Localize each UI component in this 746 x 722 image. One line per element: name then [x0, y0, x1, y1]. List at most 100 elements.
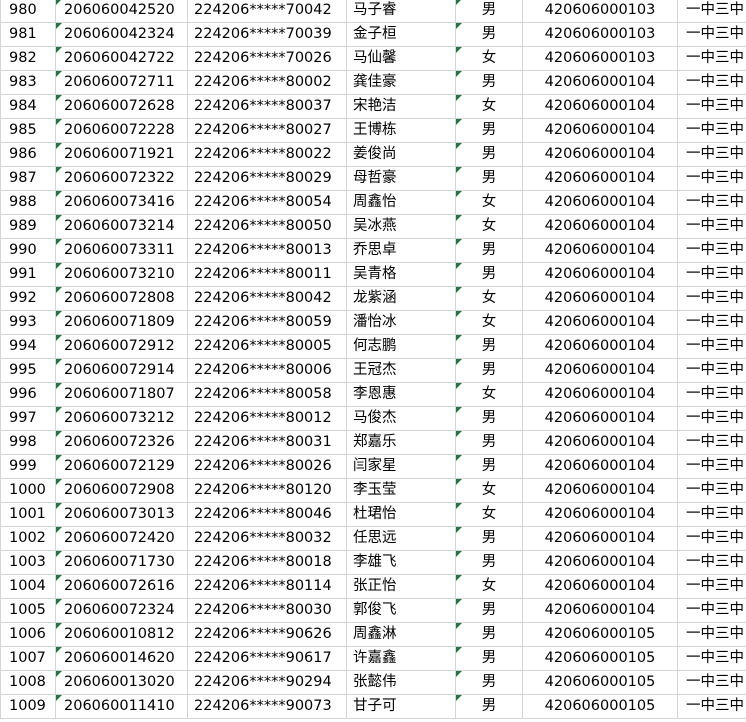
cell-gender[interactable]: 女: [455, 478, 523, 503]
cell-exam-number[interactable]: 206060072912: [55, 334, 188, 359]
cell-row-number[interactable]: 1005: [0, 598, 56, 623]
cell-school-code[interactable]: 420606000104: [522, 550, 678, 575]
cell-gender[interactable]: 男: [455, 142, 523, 167]
cell-school-code[interactable]: 420606000104: [522, 262, 678, 287]
cell-row-number[interactable]: 993: [0, 310, 56, 335]
cell-exam-number[interactable]: 206060072616: [55, 574, 188, 599]
cell-row-number[interactable]: 995: [0, 358, 56, 383]
cell-student-name[interactable]: 许嘉鑫: [346, 646, 456, 671]
cell-school-name[interactable]: 一中三中: [677, 646, 746, 671]
cell-gender[interactable]: 女: [455, 214, 523, 239]
cell-id-number[interactable]: 224206*****80029: [187, 166, 347, 191]
cell-row-number[interactable]: 1001: [0, 502, 56, 527]
cell-id-number[interactable]: 224206*****80006: [187, 358, 347, 383]
cell-student-name[interactable]: 王冠杰: [346, 358, 456, 383]
cell-id-number[interactable]: 224206*****80027: [187, 118, 347, 143]
cell-gender[interactable]: 女: [455, 190, 523, 215]
cell-gender[interactable]: 女: [455, 502, 523, 527]
cell-student-name[interactable]: 龙紫涵: [346, 286, 456, 311]
cell-id-number[interactable]: 224206*****80059: [187, 310, 347, 335]
cell-school-code[interactable]: 420606000104: [522, 406, 678, 431]
cell-row-number[interactable]: 1002: [0, 526, 56, 551]
cell-school-name[interactable]: 一中三中: [677, 382, 746, 407]
cell-school-name[interactable]: 一中三中: [677, 286, 746, 311]
cell-school-code[interactable]: 420606000104: [522, 70, 678, 95]
cell-row-number[interactable]: 1000: [0, 478, 56, 503]
cell-school-name[interactable]: 一中三中: [677, 622, 746, 647]
cell-school-name[interactable]: 一中三中: [677, 70, 746, 95]
cell-id-number[interactable]: 224206*****80042: [187, 286, 347, 311]
cell-school-code[interactable]: 420606000104: [522, 526, 678, 551]
cell-row-number[interactable]: 986: [0, 142, 56, 167]
cell-school-code[interactable]: 420606000104: [522, 142, 678, 167]
cell-id-number[interactable]: 224206*****80013: [187, 238, 347, 263]
cell-school-name[interactable]: 一中三中: [677, 430, 746, 455]
cell-row-number[interactable]: 1003: [0, 550, 56, 575]
cell-gender[interactable]: 女: [455, 574, 523, 599]
cell-student-name[interactable]: 吴冰燕: [346, 214, 456, 239]
cell-school-code[interactable]: 420606000104: [522, 94, 678, 119]
cell-id-number[interactable]: 224206*****80030: [187, 598, 347, 623]
cell-id-number[interactable]: 224206*****80114: [187, 574, 347, 599]
cell-school-code[interactable]: 420606000104: [522, 574, 678, 599]
cell-exam-number[interactable]: 206060072324: [55, 598, 188, 623]
cell-school-code[interactable]: 420606000103: [522, 46, 678, 71]
cell-id-number[interactable]: 224206*****80002: [187, 70, 347, 95]
cell-id-number[interactable]: 224206*****90073: [187, 694, 347, 719]
cell-school-code[interactable]: 420606000104: [522, 286, 678, 311]
cell-exam-number[interactable]: 206060072711: [55, 70, 188, 95]
cell-id-number[interactable]: 224206*****90626: [187, 622, 347, 647]
cell-exam-number[interactable]: 206060071809: [55, 310, 188, 335]
cell-student-name[interactable]: 郑嘉乐: [346, 430, 456, 455]
cell-row-number[interactable]: 994: [0, 334, 56, 359]
cell-exam-number[interactable]: 206060072908: [55, 478, 188, 503]
cell-exam-number[interactable]: 206060073212: [55, 406, 188, 431]
cell-school-code[interactable]: 420606000104: [522, 190, 678, 215]
cell-gender[interactable]: 男: [455, 70, 523, 95]
cell-student-name[interactable]: 乔思卓: [346, 238, 456, 263]
cell-exam-number[interactable]: 206060073416: [55, 190, 188, 215]
cell-id-number[interactable]: 224206*****80032: [187, 526, 347, 551]
cell-row-number[interactable]: 982: [0, 46, 56, 71]
cell-exam-number[interactable]: 206060042722: [55, 46, 188, 71]
cell-id-number[interactable]: 224206*****70042: [187, 0, 347, 23]
cell-id-number[interactable]: 224206*****80058: [187, 382, 347, 407]
cell-student-name[interactable]: 李恩惠: [346, 382, 456, 407]
cell-gender[interactable]: 男: [455, 694, 523, 719]
cell-row-number[interactable]: 990: [0, 238, 56, 263]
cell-school-name[interactable]: 一中三中: [677, 358, 746, 383]
cell-student-name[interactable]: 周鑫怡: [346, 190, 456, 215]
cell-student-name[interactable]: 母哲豪: [346, 166, 456, 191]
cell-id-number[interactable]: 224206*****70026: [187, 46, 347, 71]
cell-row-number[interactable]: 981: [0, 22, 56, 47]
cell-school-name[interactable]: 一中三中: [677, 694, 746, 719]
cell-student-name[interactable]: 张正怡: [346, 574, 456, 599]
cell-school-name[interactable]: 一中三中: [677, 214, 746, 239]
cell-id-number[interactable]: 224206*****80037: [187, 94, 347, 119]
cell-school-name[interactable]: 一中三中: [677, 310, 746, 335]
cell-gender[interactable]: 男: [455, 118, 523, 143]
cell-exam-number[interactable]: 206060073013: [55, 502, 188, 527]
cell-student-name[interactable]: 龚佳豪: [346, 70, 456, 95]
cell-id-number[interactable]: 224206*****80031: [187, 430, 347, 455]
cell-row-number[interactable]: 984: [0, 94, 56, 119]
cell-student-name[interactable]: 张懿伟: [346, 670, 456, 695]
cell-gender[interactable]: 男: [455, 166, 523, 191]
cell-id-number[interactable]: 224206*****80046: [187, 502, 347, 527]
cell-school-name[interactable]: 一中三中: [677, 94, 746, 119]
cell-gender[interactable]: 男: [455, 454, 523, 479]
cell-school-name[interactable]: 一中三中: [677, 166, 746, 191]
cell-school-code[interactable]: 420606000104: [522, 310, 678, 335]
cell-gender[interactable]: 男: [455, 622, 523, 647]
cell-id-number[interactable]: 224206*****80054: [187, 190, 347, 215]
cell-school-name[interactable]: 一中三中: [677, 502, 746, 527]
cell-school-name[interactable]: 一中三中: [677, 46, 746, 71]
cell-student-name[interactable]: 宋艳洁: [346, 94, 456, 119]
cell-exam-number[interactable]: 206060072129: [55, 454, 188, 479]
cell-school-name[interactable]: 一中三中: [677, 0, 746, 23]
cell-exam-number[interactable]: 206060071921: [55, 142, 188, 167]
cell-exam-number[interactable]: 206060072326: [55, 430, 188, 455]
cell-school-code[interactable]: 420606000104: [522, 238, 678, 263]
cell-row-number[interactable]: 1006: [0, 622, 56, 647]
cell-row-number[interactable]: 980: [0, 0, 56, 23]
